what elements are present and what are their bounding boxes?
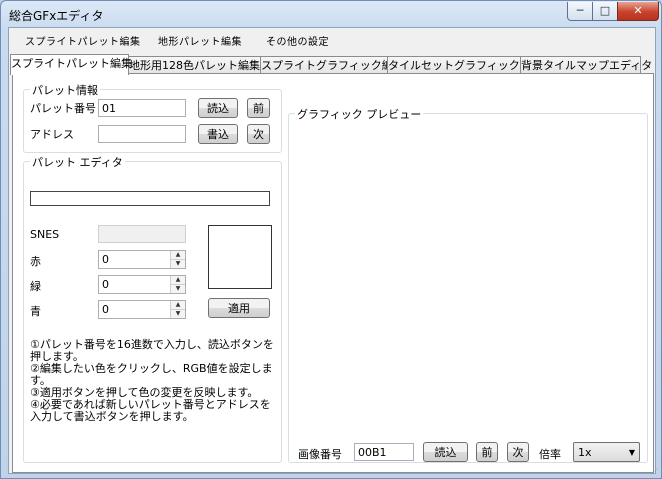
menu-terrain-palette[interactable]: 地形パレット編集 bbox=[158, 33, 242, 48]
title-bar[interactable]: 総合GFxエディタ ─ □ ✕ bbox=[1, 1, 661, 27]
green-spinner[interactable]: 0 ▲ ▼ bbox=[98, 275, 186, 294]
red-spinner[interactable]: 0 ▲ ▼ bbox=[98, 250, 186, 269]
palette-prev-button[interactable]: 前 bbox=[247, 98, 270, 118]
palette-number-label: パレット番号 bbox=[30, 102, 96, 115]
graphic-preview-group: グラフィック プレビュー bbox=[288, 106, 648, 463]
resize-grip-icon[interactable]: ⋰ bbox=[650, 467, 660, 477]
palette-info-group: パレット情報 パレット番号 01 読込 前 アドレス 書込 次 bbox=[23, 82, 282, 153]
palette-info-label: パレット情報 bbox=[30, 82, 100, 98]
address-label: アドレス bbox=[30, 128, 74, 141]
tab-tileset-graphics[interactable]: タイルセットグラフィック編集 bbox=[387, 56, 542, 74]
palette-color-strip[interactable] bbox=[30, 191, 270, 206]
green-label: 緑 bbox=[30, 280, 41, 293]
blue-spinner[interactable]: 0 ▲ ▼ bbox=[98, 300, 186, 319]
apply-button[interactable]: 適用 bbox=[208, 298, 270, 318]
blue-label: 青 bbox=[30, 305, 41, 318]
graphic-preview-canvas[interactable] bbox=[293, 124, 641, 434]
image-number-input[interactable]: 00B1 bbox=[354, 443, 414, 461]
green-down-arrow-icon[interactable]: ▼ bbox=[171, 285, 185, 293]
palette-number-input[interactable]: 01 bbox=[98, 99, 186, 117]
snes-value-field bbox=[98, 225, 186, 243]
red-down-arrow-icon[interactable]: ▼ bbox=[171, 260, 185, 268]
instruction-line: ①パレット番号を16進数で入力し、読込ボタンを押します。 bbox=[30, 338, 274, 363]
zoom-label: 倍率 bbox=[539, 448, 561, 461]
main-window: 総合GFxエディタ ─ □ ✕ スプライトパレット編集 地形パレット編集 その他… bbox=[0, 0, 662, 479]
maximize-button[interactable]: □ bbox=[592, 2, 618, 21]
red-label: 赤 bbox=[30, 255, 41, 268]
menu-bar: スプライトパレット編集 地形パレット編集 その他の設定 bbox=[9, 28, 655, 50]
image-number-label: 画像番号 bbox=[298, 448, 342, 461]
image-next-button[interactable]: 次 bbox=[507, 442, 529, 462]
palette-next-button[interactable]: 次 bbox=[247, 124, 270, 144]
palette-read-button[interactable]: 読込 bbox=[198, 98, 238, 118]
instruction-line: ②編集したい色をクリックし、RGB値を設定します。 bbox=[30, 362, 273, 387]
tab-bg-tilemap-editor[interactable]: 背景タイルマップエディタ bbox=[520, 56, 652, 74]
tab-sprite-graphics[interactable]: スプライトグラフィック編集 bbox=[260, 56, 404, 74]
zoom-select[interactable]: 1x ▼ bbox=[573, 442, 640, 462]
close-button[interactable]: ✕ bbox=[617, 2, 659, 21]
green-spinner-arrows: ▲ ▼ bbox=[170, 276, 185, 293]
tab-strip: スプライトパレット編集 地形用128色パレット編集 スプライトグラフィック編集 … bbox=[9, 54, 655, 75]
green-value: 0 bbox=[102, 278, 109, 291]
blue-value: 0 bbox=[102, 303, 109, 316]
blue-up-arrow-icon[interactable]: ▲ bbox=[171, 301, 185, 310]
address-input[interactable] bbox=[98, 125, 186, 143]
tab-terrain-palette-128[interactable]: 地形用128色パレット編集 bbox=[127, 56, 262, 74]
instruction-line: ④必要であれば新しいパレット番号とアドレスを入力して書込ボタンを押します。 bbox=[30, 398, 271, 423]
blue-down-arrow-icon[interactable]: ▼ bbox=[171, 310, 185, 318]
chevron-down-icon: ▼ bbox=[628, 448, 635, 457]
snes-label: SNES bbox=[30, 228, 60, 241]
image-read-button[interactable]: 読込 bbox=[423, 442, 468, 462]
instructions-text: ①パレット番号を16進数で入力し、読込ボタンを押します。 ②編集したい色をクリッ… bbox=[30, 339, 280, 423]
zoom-selected-value: 1x bbox=[578, 446, 592, 459]
graphic-preview-label: グラフィック プレビュー bbox=[295, 106, 424, 122]
tab-sprite-palette[interactable]: スプライトパレット編集 bbox=[10, 54, 132, 75]
palette-write-button[interactable]: 書込 bbox=[198, 124, 238, 144]
image-prev-button[interactable]: 前 bbox=[476, 442, 498, 462]
menu-other-settings[interactable]: その他の設定 bbox=[266, 33, 329, 48]
client-area: スプライトパレット編集 地形パレット編集 その他の設定 スプライトパレット編集 … bbox=[8, 27, 656, 474]
red-spinner-arrows: ▲ ▼ bbox=[170, 251, 185, 268]
red-up-arrow-icon[interactable]: ▲ bbox=[171, 251, 185, 260]
menu-sprite-palette[interactable]: スプライトパレット編集 bbox=[25, 33, 141, 48]
minimize-button[interactable]: ─ bbox=[567, 2, 593, 21]
blue-spinner-arrows: ▲ ▼ bbox=[170, 301, 185, 318]
palette-editor-label: パレット エディタ bbox=[30, 154, 125, 170]
tab-page-sprite-palette: パレット情報 パレット番号 01 読込 前 アドレス 書込 次 パレット エディ… bbox=[12, 73, 654, 473]
window-title: 総合GFxエディタ bbox=[9, 9, 104, 23]
red-value: 0 bbox=[102, 253, 109, 266]
color-preview-box bbox=[208, 225, 272, 289]
palette-editor-group: パレット エディタ SNES 赤 0 ▲ ▼ 緑 0 ▲ ▼ 青 0 ▲ ▼ 適… bbox=[23, 154, 282, 463]
green-up-arrow-icon[interactable]: ▲ bbox=[171, 276, 185, 285]
